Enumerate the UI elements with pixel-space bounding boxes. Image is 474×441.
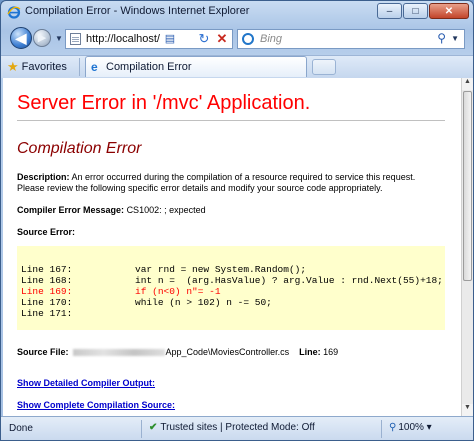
maximize-button[interactable]: □ (403, 3, 428, 19)
error-title: Compilation Error (17, 140, 142, 157)
source-file-info: Source File: App_Code\MoviesController.cs… (17, 347, 338, 357)
internet-explorer-icon (7, 6, 21, 19)
bing-icon (242, 33, 254, 45)
search-options-dropdown-icon[interactable]: ▼ (451, 34, 459, 43)
search-icon[interactable]: ⚲ (437, 31, 446, 45)
star-icon: ★ (7, 59, 19, 74)
zoom-control[interactable]: ⚲ 100% ▾ (389, 422, 432, 433)
divider (381, 420, 382, 438)
error-description: Description: An error occurred during th… (17, 172, 445, 194)
show-compilation-source-link[interactable]: Show Complete Compilation Source: (17, 400, 175, 410)
page-title: Server Error in '/mvc' Application. (17, 92, 311, 114)
title-bar: Compilation Error - Windows Internet Exp… (1, 1, 473, 23)
favorites-button[interactable]: ★ Favorites (7, 58, 67, 76)
compiler-error-value: CS1002: ; expected (126, 205, 206, 215)
status-text: Done (9, 423, 33, 434)
divider (141, 420, 142, 438)
code-line: Line 168: int n = (arg.HasValue) ? arg.V… (21, 275, 443, 286)
favorites-label: Favorites (21, 61, 67, 73)
address-input[interactable]: http://localhost/ (86, 33, 196, 45)
zoom-level: 100% (398, 422, 424, 433)
recent-pages-dropdown-icon[interactable]: ▼ (55, 34, 63, 43)
line-value: 169 (323, 347, 339, 357)
minimize-button[interactable]: – (377, 3, 402, 19)
source-error-label: Source Error: (17, 227, 76, 237)
vertical-scrollbar[interactable]: ▲ ▼ (461, 78, 473, 416)
code-line: Line 171: (21, 308, 73, 319)
browser-window: Compilation Error - Windows Internet Exp… (0, 0, 474, 441)
show-compiler-output-link[interactable]: Show Detailed Compiler Output: (17, 378, 155, 388)
stop-button[interactable]: ✕ (213, 29, 231, 49)
check-icon: ✔ (149, 422, 158, 433)
status-bar: Done ✔ Trusted sites | Protected Mode: Of… (1, 416, 473, 440)
close-button[interactable]: ✕ (429, 3, 469, 19)
internet-explorer-icon: e (91, 60, 98, 74)
search-box[interactable]: Bing ⚲ ▼ (237, 29, 465, 49)
window-controls: – □ ✕ (376, 3, 469, 21)
favorites-bar: ★ Favorites e Compilation Error (1, 55, 473, 78)
window-title: Compilation Error - Windows Internet Exp… (25, 5, 250, 17)
compatibility-view-icon[interactable]: ▤ (162, 31, 178, 47)
zoom-icon: ⚲ (389, 422, 397, 433)
navigation-bar: ◀ ▶ ▼ http://localhost/ ▤ ↻ ✕ Bing ⚲ ▼ (1, 25, 473, 53)
forward-button[interactable]: ▶ (33, 29, 51, 47)
code-line: Line 167: var rnd = new System.Random(); (21, 264, 307, 275)
back-button[interactable]: ◀ (10, 27, 32, 49)
page-content: Server Error in '/mvc' Application. Comp… (3, 78, 461, 416)
code-line: Line 170: while (n > 102) n -= 50; (21, 297, 272, 308)
page-icon (70, 33, 81, 45)
source-file-label: Source File: (17, 347, 69, 357)
description-text: An error occurred during the compilation… (17, 172, 416, 193)
scroll-up-icon[interactable]: ▲ (462, 78, 473, 90)
refresh-button[interactable]: ↻ (195, 29, 213, 49)
code-line-error: Line 169: if (n<0) n"= -1 (21, 286, 221, 297)
line-label: Line: (299, 347, 321, 357)
source-code-block: Line 167: var rnd = new System.Random();… (17, 246, 445, 330)
redacted-path (72, 349, 165, 357)
compiler-error-label: Compiler Error Message: (17, 205, 125, 215)
divider (79, 58, 80, 76)
scroll-down-icon[interactable]: ▼ (462, 404, 473, 416)
compiler-error-message: Compiler Error Message: CS1002: ; expect… (17, 205, 206, 215)
security-zone[interactable]: ✔ Trusted sites | Protected Mode: Off (149, 422, 315, 433)
scrollbar-thumb[interactable] (463, 91, 472, 281)
tab-compilation-error[interactable]: e Compilation Error (85, 56, 307, 77)
description-label: Description: (17, 172, 70, 182)
tab-label: Compilation Error (106, 61, 192, 73)
security-zone-label: Trusted sites | Protected Mode: Off (160, 422, 315, 433)
new-tab-button[interactable] (312, 59, 336, 75)
divider (17, 120, 445, 121)
source-file-path: App_Code\MoviesController.cs (165, 347, 290, 357)
search-input[interactable]: Bing (260, 33, 282, 45)
